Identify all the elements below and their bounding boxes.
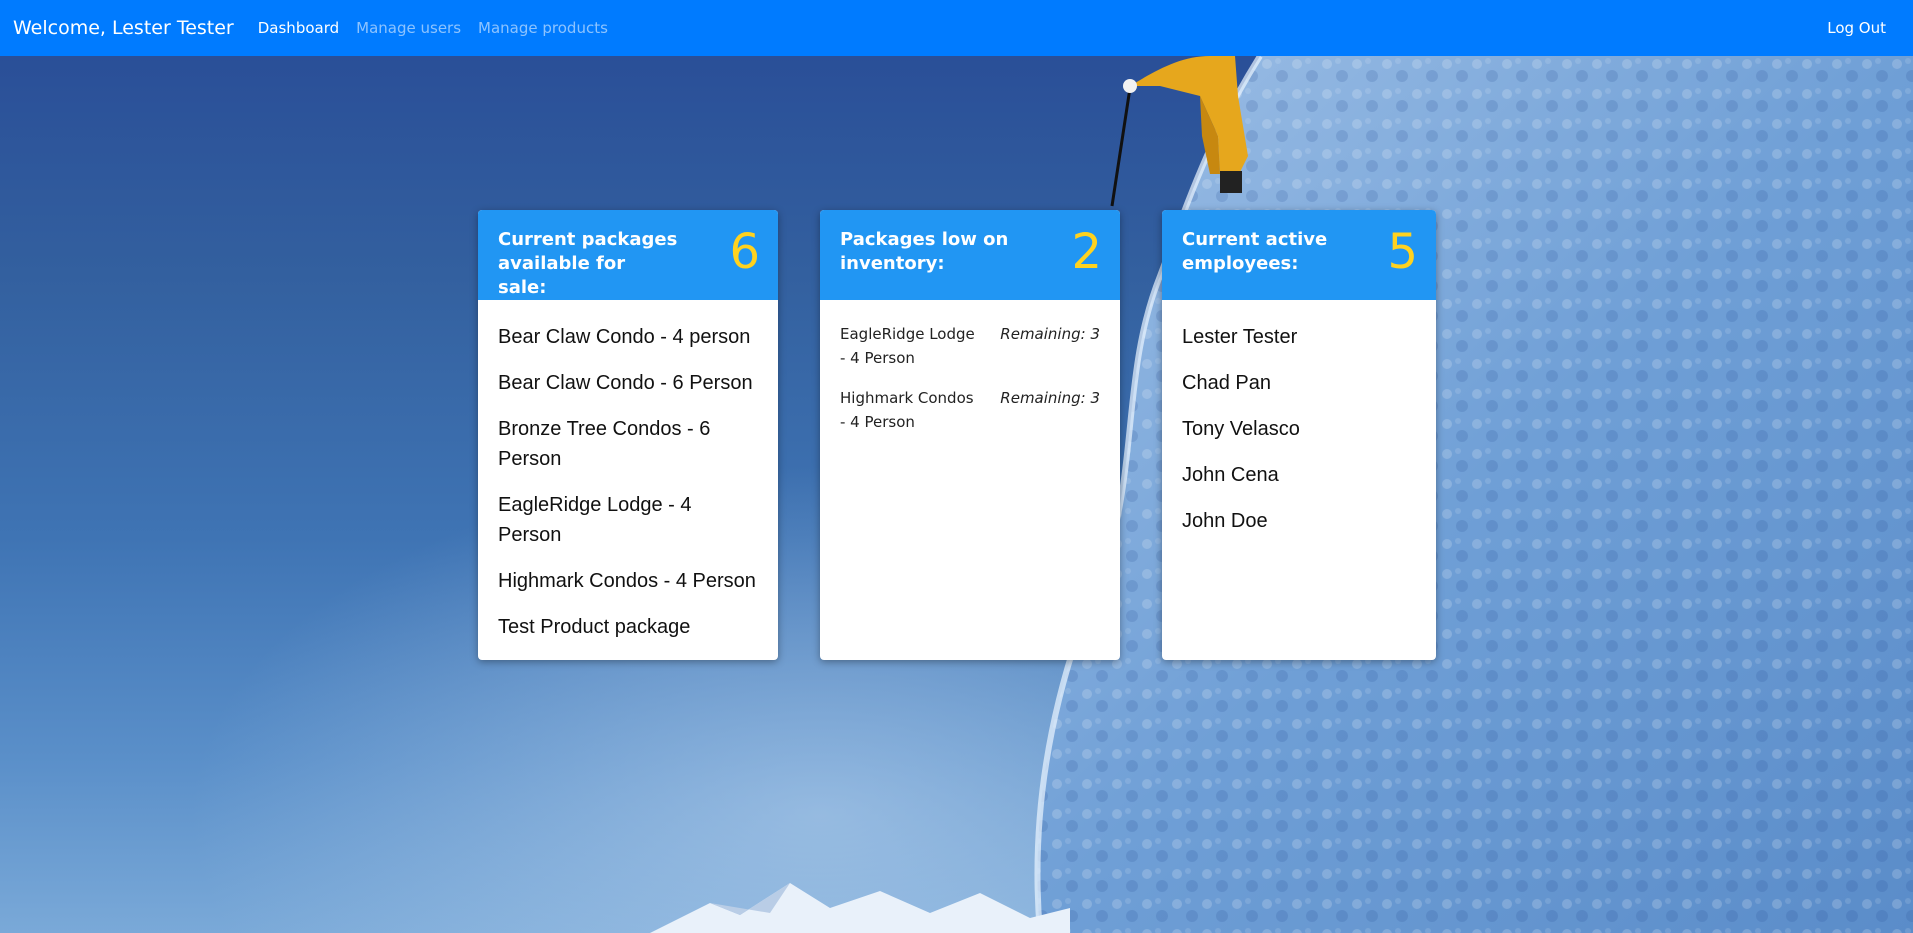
employees-count: 5	[1387, 224, 1418, 280]
top-navbar: Welcome, Lester Tester Dashboard Manage …	[0, 0, 1913, 56]
employee-item: Chad Pan	[1182, 372, 1271, 394]
employee-item: Tony Velasco	[1182, 418, 1300, 440]
low-inventory-name: Highmark Condos - 4 Person	[840, 389, 974, 431]
employees-card-title: Current active employees:	[1182, 229, 1328, 274]
packages-count: 6	[729, 224, 760, 280]
low-inventory-name: EagleRidge Lodge - 4 Person	[840, 325, 975, 367]
low-inventory-card-header: Packages low on inventory: 2	[820, 210, 1120, 300]
nav-manage-products[interactable]: Manage products	[478, 19, 608, 37]
employee-item: John Doe	[1182, 510, 1268, 532]
package-item: Bear Claw Condo - 4 person	[498, 326, 751, 348]
packages-card-header: Current packages available for sale: 6	[478, 210, 778, 300]
packages-list: Bear Claw Condo - 4 person Bear Claw Con…	[478, 300, 778, 642]
low-inventory-count: 2	[1071, 224, 1102, 280]
package-item: Test Product package	[498, 616, 691, 638]
package-item: Bear Claw Condo - 6 Person	[498, 372, 753, 394]
distant-peaks-image	[650, 883, 1070, 933]
packages-card-title: Current packages available for sale:	[498, 229, 678, 298]
employee-item: John Cena	[1182, 464, 1279, 486]
low-inventory-item: EagleRidge Lodge - 4 Person Remaining: 3	[840, 322, 1100, 370]
low-inventory-list: EagleRidge Lodge - 4 Person Remaining: 3…	[820, 300, 1120, 434]
low-inventory-card: Packages low on inventory: 2 EagleRidge …	[820, 210, 1120, 660]
nav-manage-users[interactable]: Manage users	[356, 19, 461, 37]
employees-list: Lester Tester Chad Pan Tony Velasco John…	[1162, 300, 1436, 536]
package-item: Highmark Condos - 4 Person	[498, 570, 756, 592]
skier-image	[1110, 56, 1248, 207]
low-inventory-card-title: Packages low on inventory:	[840, 229, 1009, 274]
employees-card: Current active employees: 5 Lester Teste…	[1162, 210, 1436, 660]
low-inventory-remaining: Remaining: 3	[1000, 325, 1100, 343]
nav-dashboard[interactable]: Dashboard	[258, 19, 339, 37]
package-item: EagleRidge Lodge - 4 Person	[498, 494, 692, 546]
employees-card-header: Current active employees: 5	[1162, 210, 1436, 300]
welcome-brand[interactable]: Welcome, Lester Tester	[13, 17, 234, 39]
employee-item: Lester Tester	[1182, 326, 1298, 348]
package-item: Bronze Tree Condos - 6 Person	[498, 418, 711, 470]
packages-card: Current packages available for sale: 6 B…	[478, 210, 778, 660]
low-inventory-item: Highmark Condos - 4 Person Remaining: 3	[840, 386, 1100, 434]
low-inventory-remaining: Remaining: 3	[1000, 389, 1100, 407]
logout-link[interactable]: Log Out	[1827, 19, 1886, 37]
